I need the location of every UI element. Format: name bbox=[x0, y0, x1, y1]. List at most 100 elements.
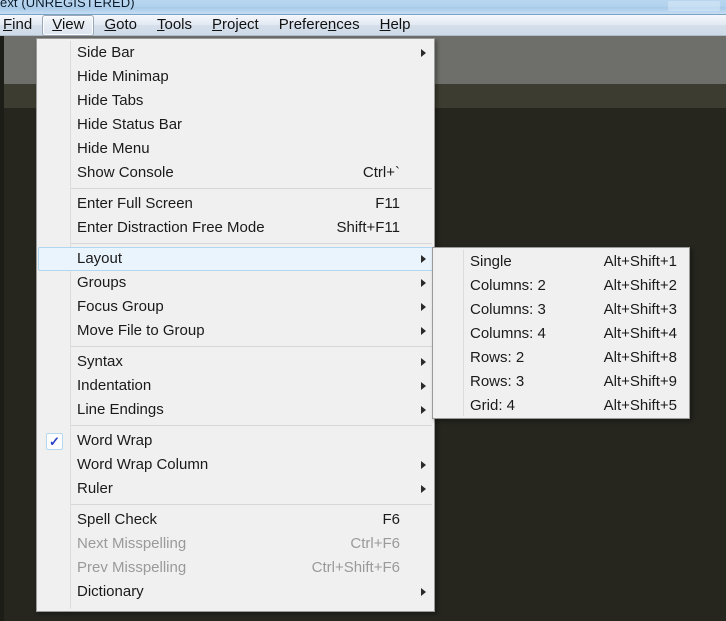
menu-item-label: Layout bbox=[77, 250, 123, 267]
submenu-arrow-icon bbox=[414, 255, 432, 263]
menubar-item-label: Help bbox=[379, 16, 411, 33]
menu-item-side-bar[interactable]: Side Bar bbox=[38, 41, 433, 65]
menubar-item-tools[interactable]: Tools bbox=[147, 15, 202, 36]
menubar-item-label: View bbox=[52, 16, 85, 33]
menu-item-label: Enter Full Screen bbox=[77, 195, 193, 212]
submenu-arrow-glyph bbox=[420, 255, 426, 263]
menubar-item-goto[interactable]: Goto bbox=[94, 15, 147, 36]
menu-item-ruler[interactable]: Ruler bbox=[38, 477, 433, 501]
menu-item-label: Line Endings bbox=[77, 401, 164, 418]
menu-item-label: Enter Distraction Free Mode bbox=[77, 219, 265, 236]
menu-item-move-file-to-group[interactable]: Move File to Group bbox=[38, 319, 433, 343]
menubar-item-preferences[interactable]: Preferences bbox=[269, 15, 370, 36]
menu-item-next-misspelling: Next Misspelling Ctrl+F6 bbox=[38, 532, 433, 556]
submenu-arrow-glyph bbox=[420, 461, 426, 469]
menubar-item-view[interactable]: View bbox=[42, 14, 95, 36]
menu-item-shortcut: Shift+F11 bbox=[336, 219, 400, 236]
menu-item-shortcut: Alt+Shift+2 bbox=[603, 277, 677, 294]
menu-item-hide-minimap[interactable]: Hide Minimap bbox=[38, 65, 433, 89]
menu-item-label: Word Wrap Column bbox=[77, 456, 209, 473]
menu-item-shortcut: Ctrl+` bbox=[362, 164, 400, 181]
submenu-arrow-icon bbox=[414, 303, 432, 311]
menubar-item-find[interactable]: Find bbox=[0, 15, 42, 36]
view-menu-popup: Side Bar Hide Minimap Hide Tabs Hide Status… bbox=[36, 38, 435, 612]
menubar-item-label: Project bbox=[212, 16, 259, 33]
window-title: ext (UNREGISTERED) bbox=[0, 0, 135, 10]
menu-item-word-wrap-column[interactable]: Word Wrap Column bbox=[38, 453, 433, 477]
check-icon-box: ✓ bbox=[46, 432, 63, 450]
submenu-item-columns-4[interactable]: Columns: 4 Alt+Shift+4 bbox=[434, 322, 688, 346]
menu-item-hide-status-bar[interactable]: Hide Status Bar bbox=[38, 113, 433, 137]
menu-item-label: Columns: 4 bbox=[470, 325, 546, 342]
menu-item-label: Prev Misspelling bbox=[77, 559, 187, 576]
check-icon: ✓ bbox=[39, 432, 70, 450]
menu-item-hide-tabs[interactable]: Hide Tabs bbox=[38, 89, 433, 113]
menu-item-shortcut: Alt+Shift+9 bbox=[603, 373, 677, 390]
layout-submenu-popup: Single Alt+Shift+1 Columns: 2 Alt+Shift+2 Co… bbox=[432, 247, 690, 419]
menu-item-shortcut: F6 bbox=[382, 511, 400, 528]
menu-item-line-endings[interactable]: Line Endings bbox=[38, 398, 433, 422]
menu-item-label: Rows: 2 bbox=[470, 349, 525, 366]
menu-item-layout[interactable]: Layout bbox=[38, 247, 433, 271]
menu-item-label: Single bbox=[470, 253, 512, 270]
window-controls[interactable] bbox=[668, 1, 720, 11]
menu-item-shortcut: F11 bbox=[375, 195, 400, 212]
menu-item-spell-check[interactable]: Spell Check F6 bbox=[38, 508, 433, 532]
submenu-arrow-icon bbox=[414, 588, 432, 596]
menu-item-syntax[interactable]: Syntax bbox=[38, 350, 433, 374]
menu-item-label: Focus Group bbox=[77, 298, 164, 315]
menu-item-label: Columns: 2 bbox=[470, 277, 546, 294]
submenu-arrow-icon bbox=[414, 49, 432, 57]
submenu-item-rows-3[interactable]: Rows: 3 Alt+Shift+9 bbox=[434, 370, 688, 394]
menu-item-label: Grid: 4 bbox=[470, 397, 516, 414]
submenu-item-columns-2[interactable]: Columns: 2 Alt+Shift+2 bbox=[434, 274, 688, 298]
submenu-arrow-glyph bbox=[420, 406, 426, 414]
submenu-arrow-glyph bbox=[420, 382, 426, 390]
menu-item-focus-group[interactable]: Focus Group bbox=[38, 295, 433, 319]
menu-item-shortcut: Alt+Shift+5 bbox=[603, 397, 677, 414]
menubar: Find View Goto Tools Project Preferences Help bbox=[0, 14, 726, 36]
menu-item-enter-full-screen[interactable]: Enter Full Screen F11 bbox=[38, 192, 433, 216]
menu-item-enter-distraction-free-mode[interactable]: Enter Distraction Free Mode Shift+F11 bbox=[38, 216, 433, 240]
menu-item-prev-misspelling: Prev Misspelling Ctrl+Shift+F6 bbox=[38, 556, 433, 580]
menu-separator bbox=[71, 504, 432, 505]
menu-item-label: Word Wrap bbox=[77, 432, 153, 449]
menubar-item-help[interactable]: Help bbox=[370, 15, 421, 36]
menu-item-groups[interactable]: Groups bbox=[38, 271, 433, 295]
submenu-arrow-icon bbox=[414, 279, 432, 287]
menu-item-label: Dictionary bbox=[77, 583, 144, 600]
submenu-item-rows-2[interactable]: Rows: 2 Alt+Shift+8 bbox=[434, 346, 688, 370]
submenu-arrow-icon bbox=[414, 461, 432, 469]
menu-item-label: Hide Status Bar bbox=[77, 116, 183, 133]
window-titlebar: ext (UNREGISTERED) bbox=[0, 0, 726, 15]
submenu-arrow-glyph bbox=[420, 303, 426, 311]
menu-item-show-console[interactable]: Show Console Ctrl+` bbox=[38, 161, 433, 185]
submenu-arrow-glyph bbox=[420, 485, 426, 493]
submenu-item-single[interactable]: Single Alt+Shift+1 bbox=[434, 250, 688, 274]
menu-item-shortcut: Ctrl+Shift+F6 bbox=[311, 559, 400, 576]
menubar-item-label: Find bbox=[3, 16, 33, 33]
menu-item-label: Groups bbox=[77, 274, 127, 291]
menu-item-label: Next Misspelling bbox=[77, 535, 187, 552]
menu-item-label: Spell Check bbox=[77, 511, 158, 528]
submenu-item-grid-4[interactable]: Grid: 4 Alt+Shift+5 bbox=[434, 394, 688, 418]
menu-item-word-wrap[interactable]: ✓ Word Wrap bbox=[38, 429, 433, 453]
menu-item-label: Rows: 3 bbox=[470, 373, 525, 390]
submenu-item-columns-3[interactable]: Columns: 3 Alt+Shift+3 bbox=[434, 298, 688, 322]
menu-item-shortcut: Alt+Shift+4 bbox=[603, 325, 677, 342]
menu-separator bbox=[71, 188, 432, 189]
menu-separator bbox=[71, 346, 432, 347]
menu-item-indentation[interactable]: Indentation bbox=[38, 374, 433, 398]
menu-item-hide-menu[interactable]: Hide Menu bbox=[38, 137, 433, 161]
editor-left-gutter-strip bbox=[0, 36, 4, 621]
menu-item-dictionary[interactable]: Dictionary bbox=[38, 580, 433, 604]
menu-item-label: Move File to Group bbox=[77, 322, 205, 339]
menu-item-label: Side Bar bbox=[77, 44, 135, 61]
menubar-item-label: Goto bbox=[104, 16, 137, 33]
submenu-arrow-icon bbox=[414, 358, 432, 366]
menu-item-label: Indentation bbox=[77, 377, 152, 394]
submenu-arrow-glyph bbox=[420, 49, 426, 57]
menu-item-shortcut: Ctrl+F6 bbox=[350, 535, 400, 552]
menu-item-shortcut: Alt+Shift+1 bbox=[603, 253, 677, 270]
menubar-item-project[interactable]: Project bbox=[202, 15, 269, 36]
